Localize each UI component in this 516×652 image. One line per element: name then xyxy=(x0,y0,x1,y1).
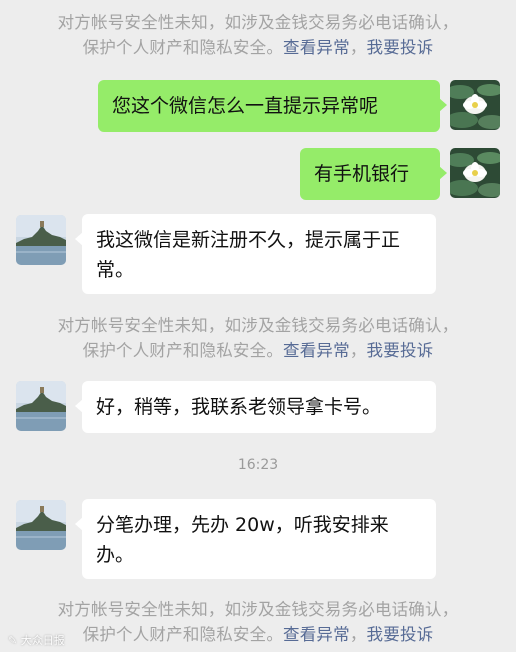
notice-text: 对方帐号安全性未知，如涉及金钱交易务必电话确认， xyxy=(57,316,459,335)
contact-avatar[interactable] xyxy=(16,215,66,265)
my-avatar[interactable] xyxy=(450,148,500,198)
notice-text: 保护个人财产和隐私安全。 xyxy=(82,341,284,360)
notice-text: 保护个人财产和隐私安全。 xyxy=(82,625,284,644)
message-bubble-received[interactable]: 好，稍等，我联系老领导拿卡号。 xyxy=(75,381,436,433)
contact-avatar[interactable] xyxy=(16,500,66,550)
watermark-text: 大众日报 xyxy=(20,634,65,647)
lotus-flower-avatar-icon xyxy=(450,80,500,130)
message-text: 您这个微信怎么一直提示异常呢 xyxy=(112,95,379,117)
notice-separator: ， xyxy=(349,625,367,644)
chat-timestamp: 16:23 xyxy=(237,457,279,473)
lake-pagoda-avatar-icon xyxy=(16,500,66,550)
view-abnormal-link[interactable]: 查看异常 xyxy=(283,625,350,644)
message-bubble-received[interactable]: 分笔办理，先办 20w，听我安排来办。 xyxy=(75,499,436,579)
dazhong-logo-icon: ✎ xyxy=(8,634,18,647)
report-link[interactable]: 我要投诉 xyxy=(367,38,434,57)
report-link[interactable]: 我要投诉 xyxy=(367,341,434,360)
report-link[interactable]: 我要投诉 xyxy=(367,625,434,644)
lake-pagoda-avatar-icon xyxy=(16,381,66,431)
notice-text: 对方帐号安全性未知，如涉及金钱交易务必电话确认， xyxy=(57,13,459,32)
notice-separator: ， xyxy=(349,341,367,360)
view-abnormal-link[interactable]: 查看异常 xyxy=(283,341,350,360)
message-bubble-received[interactable]: 我这微信是新注册不久，提示属于正常。 xyxy=(75,214,436,294)
my-avatar[interactable] xyxy=(450,80,500,130)
lake-pagoda-avatar-icon xyxy=(16,215,66,265)
notice-separator: ， xyxy=(349,38,367,57)
message-bubble-sent[interactable]: 有手机银行 xyxy=(300,148,447,200)
lotus-flower-avatar-icon xyxy=(450,148,500,198)
security-notice: 对方帐号安全性未知，如涉及金钱交易务必电话确认， 保护个人财产和隐私安全。查看异… xyxy=(0,10,516,60)
message-bubble-sent[interactable]: 您这个微信怎么一直提示异常呢 xyxy=(98,80,447,132)
message-text: 我这微信是新注册不久，提示属于正常。 xyxy=(96,229,401,281)
notice-text: 对方帐号安全性未知，如涉及金钱交易务必电话确认， xyxy=(57,600,459,619)
message-text: 好，稍等，我联系老领导拿卡号。 xyxy=(96,396,382,418)
watermark: ✎ 大众日报 xyxy=(8,632,65,648)
security-notice: 对方帐号安全性未知，如涉及金钱交易务必电话确认， 保护个人财产和隐私安全。查看异… xyxy=(0,313,516,363)
message-text: 分笔办理，先办 20w，听我安排来办。 xyxy=(96,514,389,566)
view-abnormal-link[interactable]: 查看异常 xyxy=(283,38,350,57)
contact-avatar[interactable] xyxy=(16,381,66,431)
security-notice: 对方帐号安全性未知，如涉及金钱交易务必电话确认， 保护个人财产和隐私安全。查看异… xyxy=(0,597,516,647)
message-text: 有手机银行 xyxy=(314,163,410,185)
notice-text: 保护个人财产和隐私安全。 xyxy=(82,38,284,57)
